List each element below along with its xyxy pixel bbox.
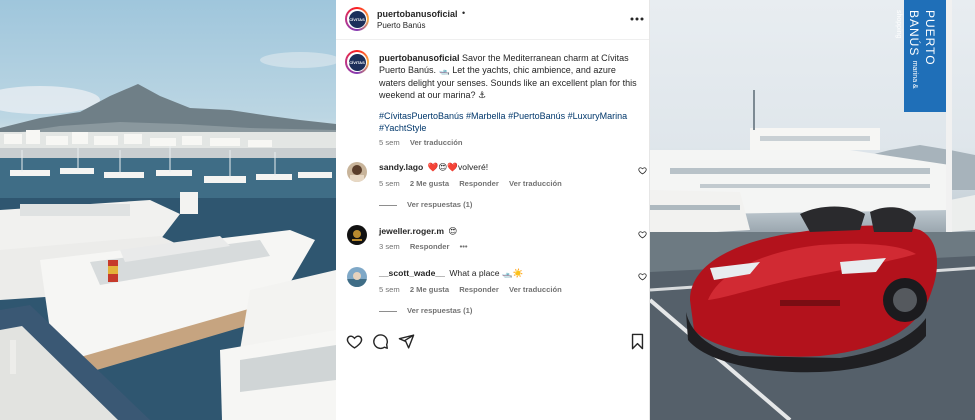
comment-translate-link[interactable]: Ver traducción [509,285,562,294]
replies-line [379,310,397,312]
banner-title: PUERTO BANÚS [907,10,937,66]
comment-likes[interactable]: 2 Me gusta [410,285,449,294]
comment-reply-button[interactable]: Responder [459,285,499,294]
car-photo: PUERTO BANÚS marina & shopping [650,0,975,420]
post-username[interactable]: puertobanusoficial [377,9,458,19]
comment-meta: 5 sem 2 Me gusta Responder Ver traducció… [379,179,570,188]
action-bar [336,330,650,352]
comment-body: ❤️😍❤️volveré! [427,162,489,172]
caption-age: 5 sem [379,138,400,147]
comment-age: 5 sem [379,285,400,294]
commenter-avatar[interactable] [347,162,367,182]
comment-meta: 5 sem 2 Me gusta Responder Ver traducció… [379,285,570,294]
commenter-avatar[interactable] [347,225,367,245]
comment-username[interactable]: __scott_wade__ [379,268,445,278]
comment-translate-link[interactable]: Ver traducción [509,179,562,188]
avatar-photo [347,267,367,287]
caption-translate-link[interactable]: Ver traducción [410,138,463,147]
comment-like-icon[interactable] [638,272,647,281]
comment-username[interactable]: sandy.lago [379,162,423,172]
comment-reply-button[interactable]: Responder [459,179,499,188]
comment-age: 5 sem [379,179,400,188]
comment-icon[interactable] [372,333,389,350]
bookmark-icon[interactable] [629,333,646,350]
post-header: CÍVITAS puertobanusoficial • Puerto Banú… [336,0,650,40]
view-replies-label: Ver respuestas (1) [407,306,473,315]
send-icon[interactable] [398,333,415,350]
comment-text: jeweller.roger.m 😍 [379,226,457,237]
marina-banner: PUERTO BANÚS marina & shopping [895,4,938,110]
comment-likes[interactable]: 2 Me gusta [410,179,449,188]
view-replies-label: Ver respuestas (1) [407,200,473,209]
account-avatar[interactable]: CÍVITAS [345,7,369,31]
comment-username[interactable]: jeweller.roger.m [379,226,444,236]
comment-meta: 3 sem Responder ••• [379,242,476,251]
replies-line [379,204,397,206]
caption-meta: 5 sem Ver traducción [379,138,471,147]
post-caption: puertobanusoficial Savor the Mediterrane… [379,52,637,101]
commenter-avatar[interactable] [347,267,367,287]
marina-photo [0,0,336,420]
comment-like-icon[interactable] [638,166,647,175]
marina-illustration [0,52,336,420]
post-location[interactable]: Puerto Banús [377,21,425,30]
more-horizontal-icon[interactable] [630,17,644,21]
caption-username[interactable]: puertobanusoficial [379,53,460,63]
avatar-photo [347,162,367,182]
comment-text: sandy.lago ❤️😍❤️volveré! [379,162,488,173]
view-replies-button[interactable]: Ver respuestas (1) [379,306,472,315]
comment-body: 😍 [448,226,458,236]
header-dot: • [462,8,466,18]
comment-reply-button[interactable]: Responder [410,242,450,251]
comment-body: What a place 🛥️☀️ [449,268,524,278]
heart-icon[interactable] [346,333,363,350]
post-panel: CÍVITAS puertobanusoficial • Puerto Banú… [336,0,650,420]
comment-age: 3 sem [379,242,400,251]
comment-more-button[interactable]: ••• [460,242,468,251]
comment-like-icon[interactable] [638,230,647,239]
view-replies-button[interactable]: Ver respuestas (1) [379,200,472,209]
avatar-photo [347,225,367,245]
caption-avatar[interactable]: CÍVITAS [345,50,369,74]
account-logo: CÍVITAS [348,10,366,28]
comment-text: __scott_wade__ What a place 🛥️☀️ [379,268,523,279]
caption-avatar-logo: CÍVITAS [348,53,366,71]
post-hashtags[interactable]: #CívitasPuertoBanús #Marbella #PuertoBan… [379,110,637,135]
